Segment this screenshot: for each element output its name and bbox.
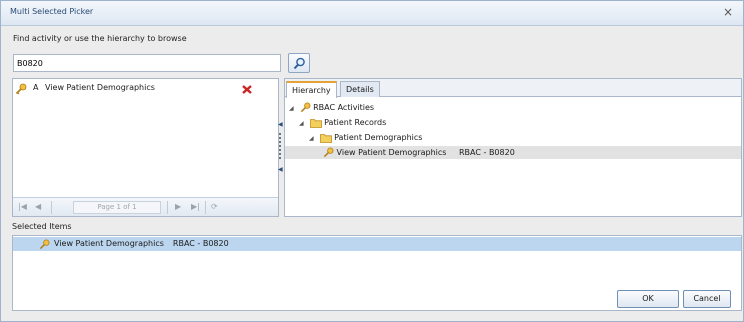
tree-node-label: RBAC Activities <box>313 103 375 112</box>
tree-node[interactable]: ◢ RBAC Activities <box>289 101 374 114</box>
selected-item-code: RBAC - B0820 <box>172 239 229 248</box>
grip-dot <box>279 133 281 135</box>
grip-dot <box>279 141 281 143</box>
ok-button[interactable]: OK <box>617 290 679 308</box>
search-results-panel: A View Patient Demographics |◀ ◀ Page 1 … <box>12 78 279 217</box>
tree-node-code: RBAC - B0820 <box>459 148 515 157</box>
magnifier-icon <box>293 57 305 70</box>
close-icon[interactable]: × <box>723 5 733 19</box>
selected-item-label: View Patient Demographics RBAC - B0820 <box>54 237 229 251</box>
collapse-arrow-icon[interactable]: ◀ <box>278 121 283 128</box>
search-button[interactable] <box>288 53 310 73</box>
selected-item-row[interactable]: View Patient Demographics RBAC - B0820 <box>13 237 741 251</box>
expand-triangle-icon[interactable]: ◢ <box>289 102 297 115</box>
grip-dot <box>279 149 281 151</box>
tree-node-selected[interactable]: View Patient Demographics RBAC - B0820 <box>285 146 741 159</box>
tab-details[interactable]: Details <box>340 81 380 97</box>
tree-node-label: View Patient Demographics <box>336 148 447 157</box>
pager: |◀ ◀ Page 1 of 1 ▶ ▶| ⟳ <box>13 197 278 216</box>
item-label: View Patient Demographics <box>45 83 155 92</box>
instructions-label: Find activity or use the hierarchy to br… <box>13 34 187 43</box>
expand-triangle-icon[interactable]: ◢ <box>299 117 307 130</box>
pager-divider <box>167 201 168 214</box>
pager-divider <box>51 201 52 214</box>
last-page-icon[interactable]: ▶| <box>191 202 200 211</box>
window-title: Multi Selected Picker <box>10 7 94 16</box>
prev-page-icon[interactable]: ◀ <box>35 202 41 211</box>
refresh-icon[interactable]: ⟳ <box>211 202 218 211</box>
selected-items-header: Selected Items <box>12 222 72 231</box>
tab-strip: Hierarchy Details <box>285 79 741 98</box>
tree-node[interactable]: ◢ Patient Demographics <box>309 131 422 144</box>
tab-hierarchy[interactable]: Hierarchy <box>286 81 337 98</box>
folder-icon <box>309 118 322 128</box>
folder-icon <box>319 133 332 143</box>
first-page-icon[interactable]: |◀ <box>18 202 27 211</box>
tree-node[interactable]: ◢ Patient Records <box>299 116 386 129</box>
key-icon <box>300 102 310 113</box>
remove-icon[interactable] <box>242 85 252 94</box>
expand-triangle-icon[interactable]: ◢ <box>309 132 317 145</box>
tree-node-label: Patient Demographics <box>334 133 423 142</box>
next-page-icon[interactable]: ▶ <box>175 202 181 211</box>
key-icon <box>323 147 334 158</box>
list-item[interactable]: A View Patient Demographics <box>15 83 255 95</box>
grip-dot <box>279 137 281 139</box>
item-letter: A <box>33 83 39 92</box>
page-indicator[interactable]: Page 1 of 1 <box>73 201 161 214</box>
grip-dot <box>279 145 281 147</box>
cancel-button[interactable]: Cancel <box>683 290 731 308</box>
collapse-arrow-icon[interactable]: ◀ <box>278 166 283 173</box>
title-bar: Multi Selected Picker × <box>1 1 743 26</box>
browse-panel: Hierarchy Details ◢ RBAC Activities ◢ Pa… <box>284 78 742 217</box>
pager-divider <box>205 201 206 214</box>
tree-node-label: Patient Records <box>324 118 387 127</box>
search-input[interactable] <box>13 54 281 72</box>
key-icon <box>15 83 27 95</box>
grip-dot <box>279 157 281 159</box>
key-icon <box>39 239 50 250</box>
selected-item-name: View Patient Demographics <box>54 239 164 248</box>
picker-dialog: Multi Selected Picker × Find activity or… <box>0 0 744 322</box>
grip-dot <box>279 153 281 155</box>
